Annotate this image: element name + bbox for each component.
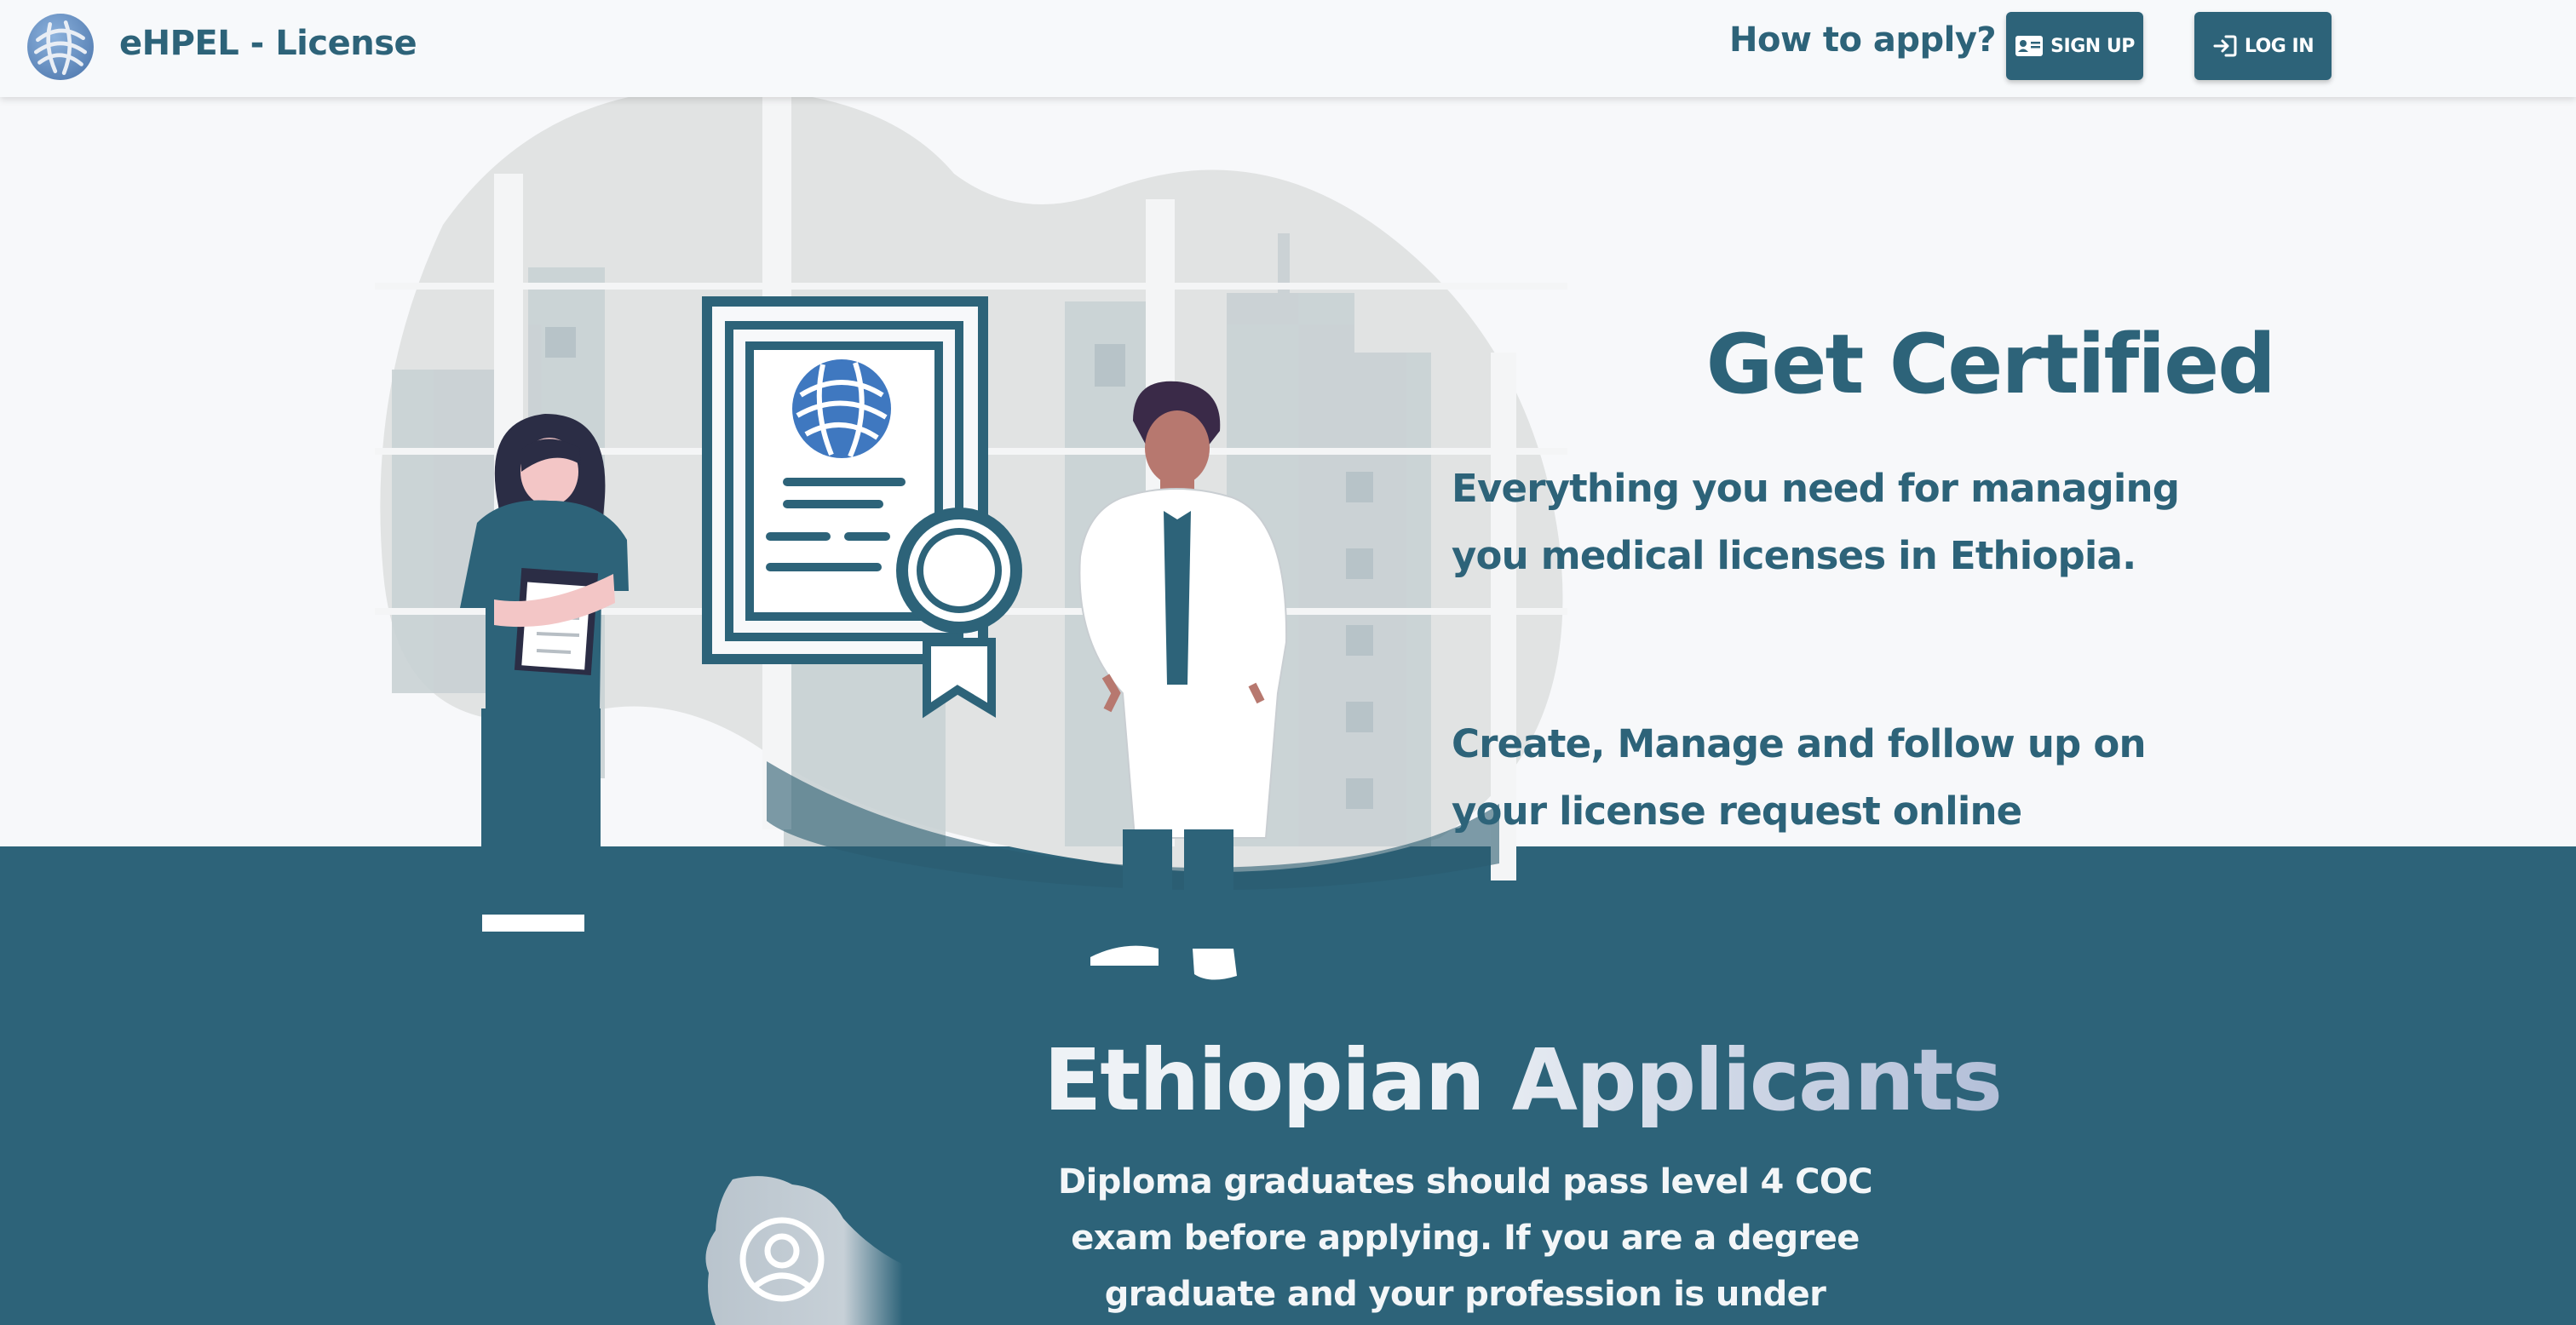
brand-title[interactable]: eHPEL - License: [119, 24, 417, 63]
applicants-text: Diploma graduates should pass level 4 CO…: [1057, 1162, 1873, 1314]
ehpel-logo-icon[interactable]: [26, 12, 95, 82]
sign-in-icon: [2213, 35, 2237, 57]
hero-paragraph-2: Create, Manage and follow up on your lic…: [1452, 721, 2147, 834]
certificate-illustration: [702, 296, 1022, 719]
how-to-apply-link[interactable]: How to apply?: [1729, 20, 1997, 60]
id-card-icon: [2015, 36, 2044, 56]
user-circle-icon: [705, 1176, 903, 1325]
signup-button[interactable]: SIGN UP: [2006, 12, 2143, 80]
hero-section: Get Certified Everything you need for ma…: [0, 97, 2576, 980]
signup-label: SIGN UP: [2050, 35, 2135, 57]
hero-paragraph-1: Everything you need for managing you med…: [1452, 466, 2180, 578]
applicants-title: Ethiopian Applicants: [1044, 1030, 2003, 1130]
hero-title: Get Certified: [1705, 317, 2276, 412]
login-button[interactable]: LOG IN: [2194, 12, 2332, 80]
top-navbar: eHPEL - License How to apply? SIGN UP LO…: [0, 0, 2576, 97]
login-label: LOG IN: [2244, 35, 2314, 57]
